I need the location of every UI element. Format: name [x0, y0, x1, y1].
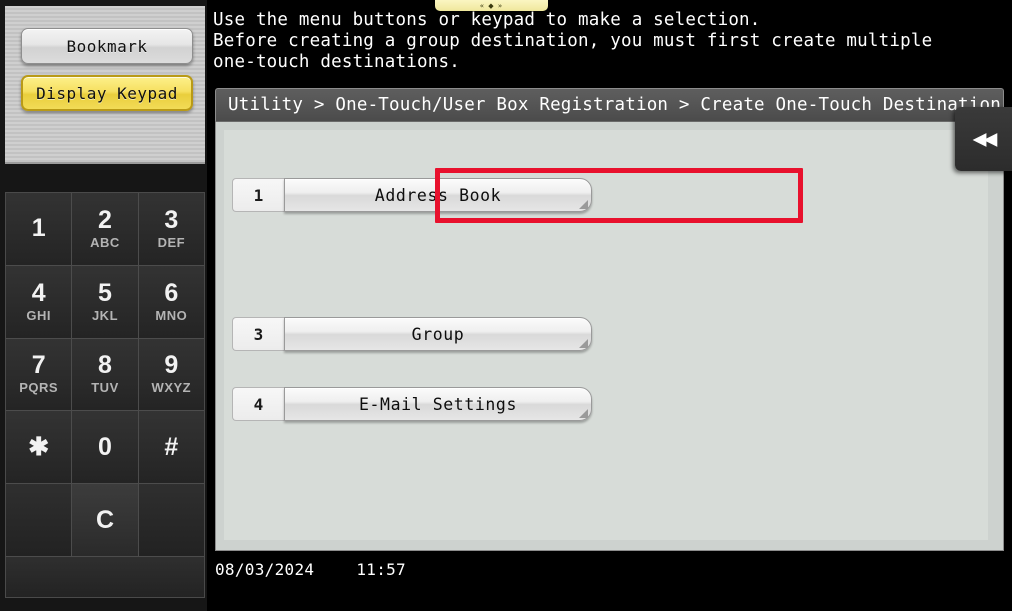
- keypad-key-1[interactable]: 1: [6, 193, 72, 265]
- keypad-key-digit: 7: [31, 351, 46, 380]
- keypad-key-5[interactable]: 5 JKL: [72, 265, 138, 338]
- status-date: 08/03/2024: [215, 560, 315, 579]
- keypad-key-letters: MNO: [155, 307, 188, 323]
- menu-item-number: 3: [232, 317, 284, 351]
- keypad-key-letters: GHI: [26, 307, 51, 323]
- keypad-key-9[interactable]: 9 WXYZ: [138, 338, 204, 411]
- keypad-key-8[interactable]: 8 TUV: [72, 338, 138, 411]
- keypad-key-7[interactable]: 7 PQRS: [6, 338, 72, 411]
- keypad-key-letters: ABC: [90, 234, 120, 250]
- menu-item-label: Group: [284, 317, 592, 351]
- keypad-key-letters: WXYZ: [151, 380, 192, 396]
- device-screen: Bookmark Display Keypad 1 2 ABC 3 DEF 4 GHI 5 JK…: [0, 0, 1012, 611]
- keypad-key-digit: 9: [164, 351, 179, 380]
- keypad-key-#[interactable]: #: [138, 411, 204, 484]
- keypad-key-digit: 5: [98, 278, 112, 307]
- keypad-key-blank: [138, 484, 204, 556]
- keypad-key-C[interactable]: C: [72, 484, 138, 556]
- numeric-keypad: 1 2 ABC 3 DEF 4 GHI 5 JKL 6 MNO 7 PQRS 8 TUV 9 WXYZ ✱ 0 # C: [5, 192, 205, 598]
- display-keypad-button[interactable]: Display Keypad: [21, 75, 193, 111]
- keypad-key-4[interactable]: 4 GHI: [6, 265, 72, 338]
- keypad-key-digit: 6: [164, 278, 179, 307]
- keypad-key-letters: PQRS: [19, 380, 59, 396]
- breadcrumb: Utility > One-Touch/User Box Registratio…: [215, 88, 1004, 121]
- sidebar-button-area: Bookmark Display Keypad: [5, 6, 205, 164]
- keypad-key-0[interactable]: 0: [72, 411, 138, 484]
- menu-item-address-book[interactable]: 1 Address Book: [232, 178, 592, 212]
- keypad-key-wide-blank: [6, 557, 204, 597]
- keypad-key-3[interactable]: 3 DEF: [138, 193, 204, 265]
- bookmark-button[interactable]: Bookmark: [21, 28, 193, 64]
- keypad-key-digit: 1: [31, 214, 46, 243]
- keypad-key-letters: DEF: [157, 234, 186, 250]
- keypad-key-digit: 0: [98, 432, 112, 461]
- menu-item-label: Address Book: [284, 178, 592, 212]
- keypad-key-2[interactable]: 2 ABC: [72, 193, 138, 265]
- menu-item-group[interactable]: 3 Group: [232, 317, 592, 351]
- menu-item-label: E-Mail Settings: [284, 387, 592, 421]
- instruction-message: Use the menu buttons or keypad to make a…: [213, 10, 933, 72]
- keypad-key-digit: ✱: [28, 432, 50, 461]
- keypad-key-digit: 8: [98, 351, 112, 380]
- menu-item-number: 1: [232, 178, 284, 212]
- status-time: 11:57: [356, 560, 406, 579]
- main-panel: « ◆ » Use the menu buttons or keypad to …: [207, 0, 1012, 611]
- menu-item-number: 4: [232, 387, 284, 421]
- keypad-key-digit: #: [164, 432, 179, 461]
- left-sidebar: Bookmark Display Keypad 1 2 ABC 3 DEF 4 GHI 5 JK…: [0, 0, 207, 611]
- keypad-key-digit: 4: [31, 278, 46, 307]
- keypad-key-letters: JKL: [91, 307, 119, 323]
- keypad-key-✱[interactable]: ✱: [6, 411, 72, 484]
- keypad-key-digit: C: [95, 505, 115, 534]
- keypad-key-digit: 2: [98, 205, 112, 234]
- keypad-key-blank: [6, 484, 72, 556]
- keypad-key-6[interactable]: 6 MNO: [138, 265, 204, 338]
- status-bar: 08/03/2024 11:57: [215, 560, 406, 579]
- keypad-key-digit: 3: [164, 205, 179, 234]
- keypad-key-letters: TUV: [91, 380, 119, 396]
- collapse-panel-icon[interactable]: ◀◀: [955, 107, 1012, 171]
- menu-item-e-mail-settings[interactable]: 4 E-Mail Settings: [232, 387, 592, 421]
